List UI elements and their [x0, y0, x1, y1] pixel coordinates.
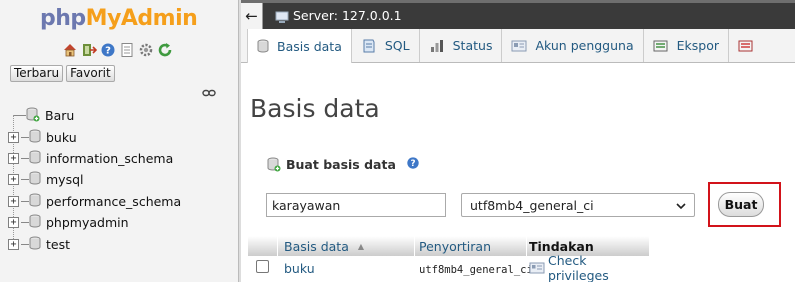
database-name-input[interactable]	[266, 193, 446, 217]
database-tree: Baru + buku + information_schema + mysql	[8, 105, 234, 255]
new-database-icon	[26, 107, 40, 125]
database-icon	[29, 129, 41, 146]
recent-favorites-bar: Terbaru Favorit	[10, 65, 115, 82]
tab-import[interactable]	[729, 29, 762, 62]
main-tabs: Basis data SQL Status Akun pengguna Eksp…	[241, 29, 795, 63]
logo-part1: php	[40, 6, 86, 31]
create-database-label: Buat basis data	[286, 157, 396, 172]
tree-item-label: test	[46, 236, 71, 252]
navigation-panel: phpMyAdmin ? Terbaru Favorit Baru + buku…	[0, 0, 238, 282]
row-checkbox[interactable]	[256, 260, 269, 273]
tree-item-phpmyadmin[interactable]: + phpmyadmin	[8, 212, 234, 233]
tree-item-test[interactable]: + test	[8, 233, 234, 254]
tree-item-new[interactable]: Baru	[8, 105, 234, 126]
databases-table: Basis data ▲ Penyortiran Tindakan buku u…	[248, 235, 650, 282]
chevron-down-icon	[676, 198, 686, 213]
import-icon	[738, 39, 754, 53]
tree-item-label: Baru	[45, 108, 75, 124]
tab-databases[interactable]: Basis data	[247, 29, 352, 63]
header-database-name[interactable]: Basis data ▲	[278, 236, 415, 256]
collation-cell: utf8mb4_general_ci	[419, 263, 533, 276]
navigation-icons: ?	[62, 42, 173, 58]
recent-button[interactable]: Terbaru	[10, 65, 64, 82]
database-icon	[29, 150, 41, 167]
help-icon[interactable]: ?	[406, 156, 420, 173]
tab-label: Ekspor	[676, 38, 719, 53]
server-breadcrumb-bar: ← Server: 127.0.0.1	[241, 0, 795, 29]
tree-item-mysql[interactable]: + mysql	[8, 169, 234, 190]
link-icon[interactable]	[202, 86, 216, 101]
tree-branch	[21, 157, 29, 159]
tab-label: SQL	[384, 38, 410, 53]
tab-label: Status	[452, 38, 493, 53]
database-icon	[29, 214, 41, 231]
phpmyadmin-logo[interactable]: phpMyAdmin	[40, 6, 198, 31]
expand-icon[interactable]: +	[8, 152, 19, 164]
database-icon	[29, 236, 41, 253]
expand-icon[interactable]: +	[8, 174, 19, 186]
logo-part2: MyAdmin	[85, 6, 198, 31]
header-label: Tindakan	[529, 238, 594, 254]
settings-icon[interactable]	[138, 42, 154, 58]
header-collation[interactable]: Penyortiran	[415, 236, 527, 256]
expand-icon[interactable]: +	[8, 217, 19, 229]
table-row: buku utf8mb4_general_ci Check privileges	[248, 253, 650, 282]
favorites-button[interactable]: Favorit	[66, 65, 115, 82]
server-icon	[275, 10, 289, 27]
users-icon	[511, 39, 527, 53]
tree-item-label: phpmyadmin	[46, 215, 129, 231]
svg-text:?: ?	[105, 46, 111, 57]
page-title: Basis data	[250, 94, 380, 123]
collation-value: utf8mb4_general_ci	[470, 197, 594, 213]
tree-item-buku[interactable]: + buku	[8, 126, 234, 147]
tree-branch	[14, 115, 26, 117]
database-icon	[29, 171, 41, 188]
tree-branch	[21, 243, 29, 245]
tab-user-accounts[interactable]: Akun pengguna	[502, 29, 644, 62]
header-checkbox-cell	[248, 236, 278, 256]
tab-sql[interactable]: SQL	[352, 29, 420, 62]
tree-item-label: information_schema	[46, 150, 174, 166]
tab-status[interactable]: Status	[420, 29, 503, 62]
tab-label: Akun pengguna	[535, 38, 634, 53]
tree-branch	[21, 179, 29, 181]
tree-branch	[21, 136, 29, 138]
new-database-icon	[267, 157, 281, 172]
status-icon	[429, 38, 445, 54]
svg-text:?: ?	[410, 159, 415, 169]
database-link[interactable]: buku	[284, 261, 315, 276]
arrow-left-icon: ←	[245, 7, 258, 25]
help-icon[interactable]: ?	[100, 42, 116, 58]
tree-item-label: performance_schema	[46, 193, 182, 209]
sql-icon	[361, 38, 377, 54]
tab-label: Basis data	[277, 38, 342, 54]
tree-item-performance-schema[interactable]: + performance_schema	[8, 191, 234, 212]
export-icon	[653, 39, 669, 53]
database-icon	[29, 193, 41, 210]
create-database-legend: Buat basis data ?	[267, 156, 420, 173]
tree-branch	[21, 222, 29, 224]
tree-item-label: buku	[46, 129, 77, 145]
reload-icon[interactable]	[157, 42, 173, 58]
tree-branch	[21, 200, 29, 202]
expand-icon[interactable]: +	[8, 131, 19, 143]
tab-export[interactable]: Ekspor	[644, 29, 729, 62]
exit-icon[interactable]	[81, 42, 97, 58]
sort-ascending-icon: ▲	[357, 241, 365, 251]
server-breadcrumb[interactable]: Server: 127.0.0.1	[293, 8, 402, 23]
expand-icon[interactable]: +	[8, 195, 19, 207]
header-label: Penyortiran	[419, 238, 491, 254]
create-database-button[interactable]: Buat	[718, 192, 764, 217]
database-icon	[257, 39, 269, 53]
header-label: Basis data	[284, 238, 349, 254]
tree-item-label: mysql	[46, 172, 84, 188]
privileges-icon	[529, 262, 545, 274]
tree-item-information-schema[interactable]: + information_schema	[8, 148, 234, 169]
collapse-nav-button[interactable]: ←	[241, 3, 263, 29]
collation-select[interactable]: utf8mb4_general_ci	[461, 193, 695, 217]
docs-icon[interactable]	[119, 42, 135, 58]
home-icon[interactable]	[62, 42, 78, 58]
check-privileges-link[interactable]: Check privileges	[548, 253, 650, 282]
expand-icon[interactable]: +	[8, 238, 19, 250]
